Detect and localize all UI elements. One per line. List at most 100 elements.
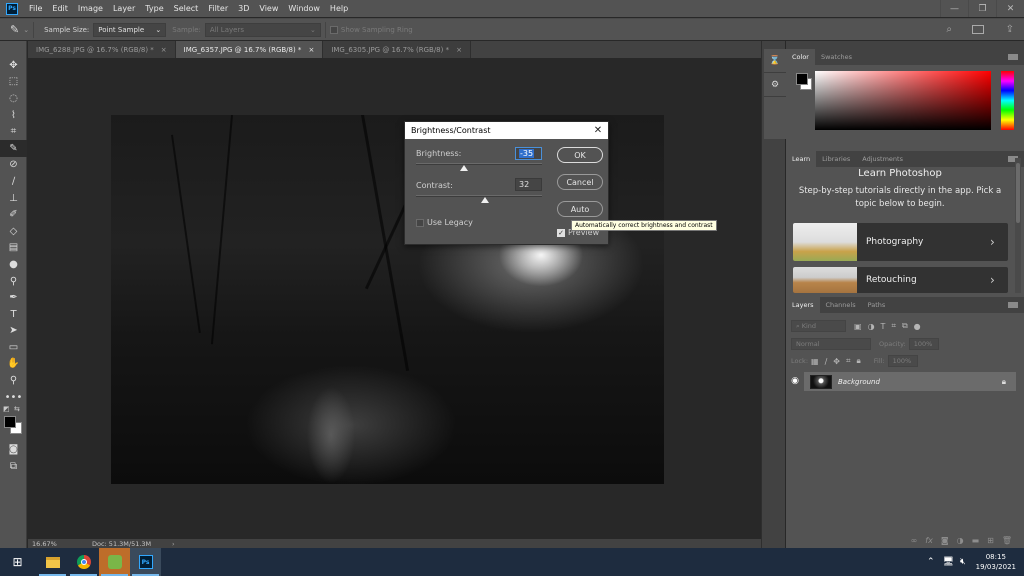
foreground-color-swatch[interactable]: [796, 73, 808, 85]
tab-swatches[interactable]: Swatches: [815, 49, 858, 65]
tab-paths[interactable]: Paths: [862, 297, 892, 313]
tab-img-6288[interactable]: IMG_6288.JPG @ 16.7% (RGB/8) * ×: [28, 41, 176, 58]
contrast-slider-thumb[interactable]: [480, 197, 489, 203]
restore-button[interactable]: ❐: [968, 0, 996, 17]
learn-card-retouching[interactable]: Retouching ›: [793, 267, 1008, 293]
tab-learn[interactable]: Learn: [786, 151, 817, 167]
zoom-level[interactable]: 16.67%: [32, 540, 92, 548]
brightness-slider-thumb[interactable]: [460, 165, 469, 171]
new-layer-icon[interactable]: ⊞: [987, 536, 994, 545]
marquee-tool-icon[interactable]: ⬚: [0, 74, 27, 91]
path-selection-tool-icon[interactable]: ➤: [0, 323, 27, 340]
quick-selection-tool-icon[interactable]: ⌇: [0, 107, 27, 124]
minimize-button[interactable]: —: [940, 0, 968, 17]
ok-button[interactable]: OK: [557, 147, 603, 163]
tab-channels[interactable]: Channels: [820, 297, 862, 313]
show-hidden-icons-icon[interactable]: ⌃: [927, 557, 935, 567]
new-group-icon[interactable]: ▬: [972, 536, 980, 545]
rectangle-tool-icon[interactable]: ▭: [0, 339, 27, 356]
contrast-slider-track[interactable]: [416, 195, 542, 197]
sample-select[interactable]: All Layers ⌄: [204, 22, 321, 37]
layer-mask-icon[interactable]: ◙: [941, 536, 949, 545]
taskbar-file-explorer[interactable]: [37, 548, 68, 576]
status-arrow-icon[interactable]: ›: [172, 540, 175, 548]
menu-layer[interactable]: Layer: [108, 4, 140, 13]
close-tab-icon[interactable]: ×: [161, 46, 167, 54]
lock-transparent-icon[interactable]: ▦: [811, 357, 819, 366]
foreground-color-swatch[interactable]: [4, 416, 16, 429]
properties-panel-icon[interactable]: ⚙: [764, 73, 786, 97]
tab-img-6305[interactable]: IMG_6305.JPG @ 16.7% (RGB/8) * ×: [323, 41, 471, 58]
lock-position-icon[interactable]: ✥: [833, 357, 840, 366]
pen-tool-icon[interactable]: ✒: [0, 289, 27, 306]
lock-image-icon[interactable]: ∕: [825, 357, 828, 366]
menu-filter[interactable]: Filter: [203, 4, 233, 13]
panel-menu-icon[interactable]: [1008, 54, 1018, 60]
layer-style-icon[interactable]: fx: [925, 536, 933, 545]
menu-3d[interactable]: 3D: [233, 4, 254, 13]
close-tab-icon[interactable]: ×: [308, 46, 314, 54]
dialog-titlebar[interactable]: Brightness/Contrast ✕: [405, 122, 608, 139]
sample-size-select[interactable]: Point Sample ⌄: [93, 22, 167, 37]
cancel-button[interactable]: Cancel: [557, 174, 603, 190]
layer-row[interactable]: ◉ Background 🔒︎: [786, 372, 1016, 391]
screen-mode-icon[interactable]: ⧉: [0, 458, 27, 475]
brush-tool-icon[interactable]: ∕: [0, 173, 27, 190]
menu-window[interactable]: Window: [283, 4, 325, 13]
lock-artboard-icon[interactable]: ⌗: [846, 356, 851, 366]
workspace-icon[interactable]: [972, 25, 984, 34]
learn-scrollbar-thumb[interactable]: [1016, 163, 1020, 223]
taskbar-chrome[interactable]: [68, 548, 99, 576]
type-layer-filter-icon[interactable]: T: [881, 322, 886, 331]
tab-adjustments[interactable]: Adjustments: [856, 151, 909, 167]
default-colors-icon[interactable]: ◩: [3, 405, 10, 413]
shape-layer-filter-icon[interactable]: ⌗: [891, 321, 896, 331]
taskbar-green-app[interactable]: [99, 548, 130, 576]
menu-file[interactable]: File: [24, 4, 47, 13]
lasso-tool-icon[interactable]: ◌: [0, 90, 27, 107]
brightness-input[interactable]: -35: [515, 147, 542, 160]
history-brush-tool-icon[interactable]: ✐: [0, 206, 27, 223]
type-tool-icon[interactable]: T: [0, 306, 27, 323]
blend-mode-select[interactable]: Normal: [791, 338, 871, 350]
taskbar-photoshop[interactable]: Ps: [130, 548, 161, 576]
tab-color[interactable]: Color: [786, 49, 815, 65]
learn-card-photography[interactable]: Photography ›: [793, 223, 1008, 261]
crop-tool-icon[interactable]: ⌗: [0, 123, 27, 140]
eyedropper-tool-icon[interactable]: ✎: [0, 139, 27, 157]
eyedropper-icon[interactable]: ✎: [10, 23, 19, 36]
auto-button[interactable]: Auto: [557, 201, 603, 217]
gradient-tool-icon[interactable]: ▤: [0, 240, 27, 257]
volume-muted-icon[interactable]: 🔇︎: [960, 557, 966, 567]
toolbar-grip[interactable]: [0, 41, 26, 57]
share-icon[interactable]: ⇪: [1006, 24, 1014, 35]
healing-brush-tool-icon[interactable]: ⊘: [0, 157, 27, 174]
blur-tool-icon[interactable]: ●: [0, 256, 27, 273]
menu-edit[interactable]: Edit: [47, 4, 73, 13]
eraser-tool-icon[interactable]: ◇: [0, 223, 27, 240]
filter-toggle-icon[interactable]: ●: [914, 322, 921, 331]
hand-tool-icon[interactable]: ✋: [0, 356, 27, 373]
color-picker-field[interactable]: [815, 71, 991, 130]
menu-type[interactable]: Type: [140, 4, 168, 13]
panel-menu-icon[interactable]: [1008, 302, 1018, 308]
menu-help[interactable]: Help: [325, 4, 353, 13]
pixel-layer-filter-icon[interactable]: ▣: [854, 322, 862, 331]
fill-input[interactable]: 100%: [887, 355, 918, 367]
tool-preset-chevron-icon[interactable]: ⌄: [23, 26, 29, 34]
history-panel-icon[interactable]: ⌛: [764, 49, 786, 73]
link-layers-icon[interactable]: ∞: [911, 536, 918, 545]
opacity-input[interactable]: 100%: [908, 338, 939, 350]
quick-mask-icon[interactable]: ◙: [0, 441, 27, 458]
start-button[interactable]: ⊞: [2, 548, 33, 576]
zoom-tool-icon[interactable]: ⚲: [0, 372, 27, 389]
dodge-tool-icon[interactable]: ⚲: [0, 273, 27, 290]
use-legacy-checkbox[interactable]: [416, 219, 424, 227]
move-tool-icon[interactable]: ✥: [0, 57, 27, 74]
visibility-eye-icon[interactable]: ◉: [786, 372, 804, 391]
smart-object-filter-icon[interactable]: ⧉: [902, 321, 908, 331]
brightness-slider-track[interactable]: [416, 163, 542, 165]
adjustment-layer-icon[interactable]: ◑: [957, 536, 964, 545]
more-tools-icon[interactable]: •••: [0, 389, 27, 406]
layer-filter-select[interactable]: ⌕ Kind: [791, 320, 846, 332]
